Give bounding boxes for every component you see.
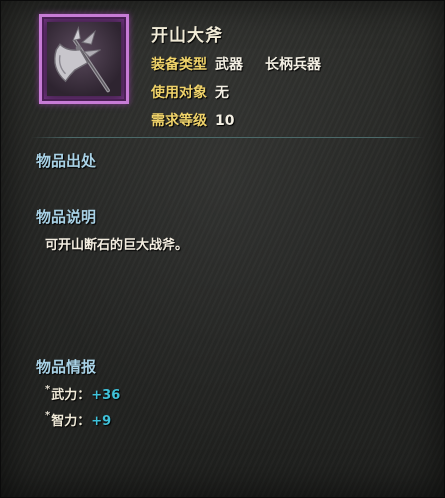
stat-label: 武力： [51,388,91,403]
attr-value-secondary: 长柄兵器 [265,57,321,73]
attr-key: 使用对象 [151,85,207,101]
attr-row-level: 需求等级 10 [151,110,234,130]
item-description: 可开山断石的巨大战斧。 [45,238,189,253]
attr-key: 需求等级 [151,113,207,129]
item-tooltip-panel: 开山大斧 装备类型 武器 长柄兵器 使用对象无 需求等级 10 物品出处 物品说明 可… [0,0,445,498]
section-title-intel: 物品情报 [36,358,97,376]
item-icon-frame [39,14,129,104]
stat-value: +9 [91,414,112,429]
section-title-description: 物品说明 [36,208,97,226]
item-name: 开山大斧 [151,26,223,46]
attr-row-target: 使用对象无 [151,82,229,102]
stat-row-force: *武力：+36 [45,384,121,403]
attr-key: 装备类型 [151,57,207,73]
stat-value: +36 [91,388,121,403]
stat-row-intellect: *智力：+9 [45,410,112,429]
attr-value: 10 [215,113,235,129]
header-divider [31,137,424,138]
section-title-source: 物品出处 [36,152,97,170]
attr-row-equip-type: 装备类型 武器 长柄兵器 [151,54,321,74]
attr-value: 无 [215,85,229,101]
axe-icon [54,25,110,93]
stat-label: 智力： [51,414,91,429]
attr-value: 武器 [215,57,243,73]
